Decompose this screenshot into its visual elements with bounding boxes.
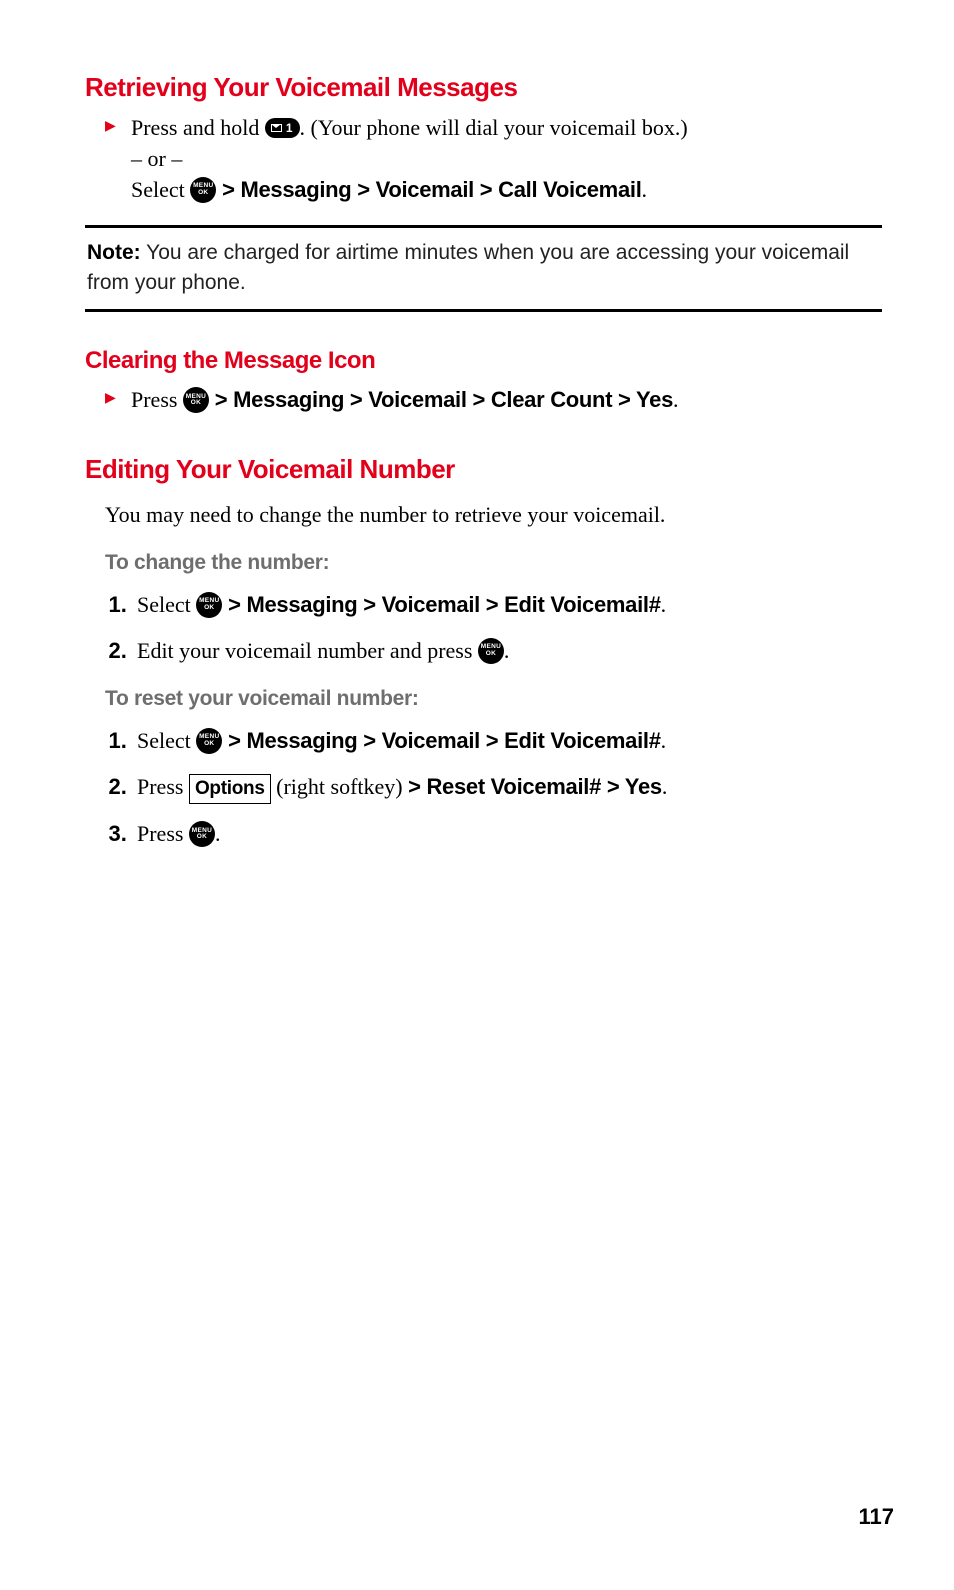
note-box: Note: You are charged for airtime minute… <box>85 225 882 312</box>
text: (right softkey) <box>271 774 408 799</box>
key-1-icon: 1 <box>265 118 300 138</box>
subheading-change: To change the number: <box>105 551 882 575</box>
text: Press <box>131 387 183 412</box>
subheading-reset: To reset your voicemail number: <box>105 687 882 711</box>
section-retrieving-voicemail: Retrieving Your Voicemail Messages Press… <box>85 72 882 205</box>
or-separator: – or – <box>131 146 182 171</box>
nav-path: > Reset Voicemail# > Yes <box>408 774 662 799</box>
heading-clearing: Clearing the Message Icon <box>85 347 882 375</box>
step: Edit your voicemail number and press MEN… <box>133 635 882 667</box>
note-text: You are charged for airtime minutes when… <box>87 241 849 293</box>
step: Select MENUOK > Messaging > Voicemail > … <box>133 589 882 621</box>
heading-retrieving: Retrieving Your Voicemail Messages <box>85 72 882 103</box>
menu-ok-icon: MENUOK <box>189 821 215 847</box>
bullet-item: Press and hold 1. (Your phone will dial … <box>105 113 882 205</box>
text: Press <box>137 774 189 799</box>
text: . <box>504 638 510 663</box>
steps-change: Select MENUOK > Messaging > Voicemail > … <box>105 589 882 667</box>
text: . <box>661 592 667 617</box>
text: Press and hold <box>131 115 265 140</box>
step: Press Options (right softkey) > Reset Vo… <box>133 771 882 805</box>
heading-editing: Editing Your Voicemail Number <box>85 454 882 485</box>
text: . <box>661 728 667 753</box>
text: Select <box>137 728 196 753</box>
note-label: Note: <box>87 241 141 264</box>
nav-path: > Messaging > Voicemail > Edit Voicemail… <box>222 592 660 617</box>
page-number: 117 <box>859 1504 895 1530</box>
menu-ok-icon: MENUOK <box>183 387 209 413</box>
menu-ok-icon: MENUOK <box>196 592 222 618</box>
steps-reset: Select MENUOK > Messaging > Voicemail > … <box>105 725 882 850</box>
text: Select <box>131 177 190 202</box>
text: Edit your voicemail number and press <box>137 638 478 663</box>
text: . <box>662 774 668 799</box>
text: Select <box>137 592 196 617</box>
nav-path: > Messaging > Voicemail > Clear Count > … <box>209 387 673 412</box>
menu-ok-icon: MENUOK <box>190 177 216 203</box>
softkey-options: Options <box>189 774 271 805</box>
nav-path: > Messaging > Voicemail > Call Voicemail <box>216 177 641 202</box>
manual-page: Retrieving Your Voicemail Messages Press… <box>0 0 954 1590</box>
nav-path: > Messaging > Voicemail > Edit Voicemail… <box>222 728 660 753</box>
step: Select MENUOK > Messaging > Voicemail > … <box>133 725 882 757</box>
text: Press <box>137 821 189 846</box>
text: . <box>673 387 679 412</box>
menu-ok-icon: MENUOK <box>196 728 222 754</box>
text: . <box>642 177 648 202</box>
step: Press MENUOK. <box>133 818 882 850</box>
bullet-item: Press MENUOK > Messaging > Voicemail > C… <box>105 385 882 416</box>
intro-text: You may need to change the number to ret… <box>105 499 882 531</box>
text: . (Your phone will dial your voicemail b… <box>300 115 688 140</box>
text: . <box>215 821 221 846</box>
section-editing-number: Editing Your Voicemail Number You may ne… <box>85 454 882 850</box>
menu-ok-icon: MENUOK <box>478 638 504 664</box>
section-clearing-icon: Clearing the Message Icon Press MENUOK >… <box>85 347 882 416</box>
